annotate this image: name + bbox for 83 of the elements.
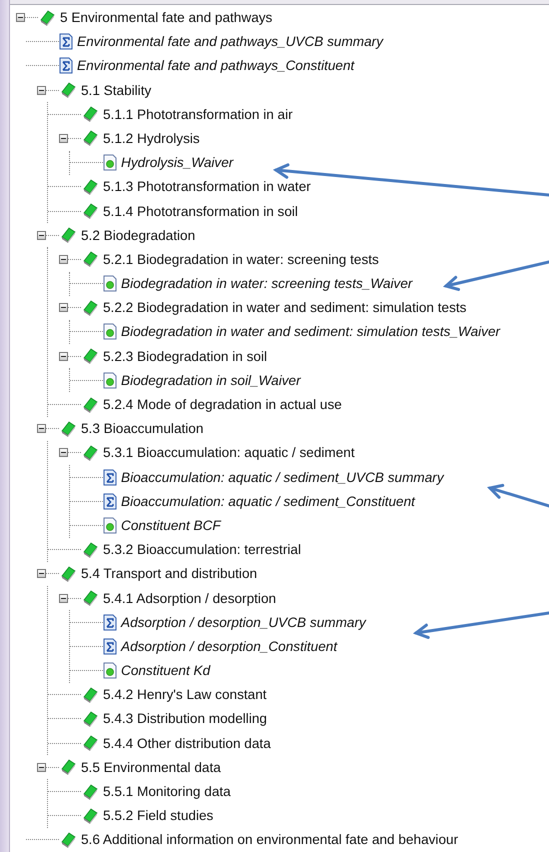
- book-icon: [81, 734, 99, 752]
- tree-item[interactable]: Environmental fate and pathways_UVCB summary: [77, 34, 383, 50]
- tree-item[interactable]: Environmental fate and pathways_Constituent: [77, 58, 354, 74]
- document-icon: [103, 662, 117, 680]
- tree-item[interactable]: 5.2.4 Mode of degradation in actual use: [103, 397, 342, 412]
- book-icon: [81, 540, 99, 559]
- book-icon: [81, 782, 99, 801]
- collapse-toggle[interactable]: [37, 569, 46, 578]
- tree-item[interactable]: 5.4.2 Henry's Law constant: [103, 687, 267, 702]
- book-icon: [59, 758, 77, 776]
- book-icon: [59, 564, 77, 583]
- tree-item[interactable]: 5.2.1 Biodegradation in water: screening tests: [103, 252, 379, 267]
- tree-item[interactable]: 5.5 Environmental data: [81, 760, 221, 775]
- document-icon: [103, 372, 117, 389]
- book-icon: [81, 178, 99, 196]
- tree-item[interactable]: Bioaccumulation: aquatic / sediment_UVCB summary: [121, 470, 444, 485]
- tree-item[interactable]: 5.4.1 Adsorption / desorption: [103, 590, 276, 606]
- tree-item[interactable]: 5.4 Transport and distribution: [81, 566, 258, 582]
- sigma-document-icon: [103, 614, 117, 631]
- tree-item[interactable]: 5.5.2 Field studies: [103, 808, 214, 824]
- book-icon: [81, 202, 99, 220]
- sigma-document-icon: [59, 57, 73, 74]
- document-icon: [103, 275, 117, 292]
- tree-item[interactable]: 5.4.4 Other distribution data: [103, 736, 271, 751]
- tree-item[interactable]: Adsorption / desorption_UVCB summary: [121, 614, 366, 630]
- tree-item[interactable]: Biodegradation in soil_Waiver: [121, 372, 301, 388]
- tree-item[interactable]: Biodegradation in water and sediment: simulation tests_Waiver: [121, 324, 500, 340]
- annotation-arrow: [487, 484, 549, 508]
- collapse-toggle[interactable]: [59, 303, 68, 312]
- tree-item[interactable]: 5.6 Additional information on environmental fate and behaviour: [81, 832, 458, 848]
- book-icon: [81, 347, 99, 366]
- tree-item[interactable]: 5.1.1 Phototransformation in air: [103, 106, 293, 122]
- tree-item[interactable]: 5.3 Bioaccumulation: [81, 421, 204, 436]
- book-icon: [81, 396, 99, 414]
- book-icon: [81, 686, 99, 704]
- sigma-document-icon: [103, 468, 117, 486]
- tree-item[interactable]: 5.4.3 Distribution modelling: [103, 711, 267, 726]
- tree-item[interactable]: Constituent BCF: [121, 518, 221, 533]
- sigma-document-icon: [59, 33, 73, 50]
- tree-item[interactable]: 5 Environmental fate and pathways: [60, 10, 272, 26]
- tree-item[interactable]: 5.3.2 Bioaccumulation: terrestrial: [103, 542, 301, 558]
- document-icon: [103, 323, 117, 340]
- tree-item[interactable]: 5.1.2 Hydrolysis: [103, 130, 200, 146]
- collapse-toggle[interactable]: [59, 134, 68, 143]
- book-icon: [38, 8, 56, 27]
- tree-item[interactable]: 5.5.1 Monitoring data: [103, 784, 231, 800]
- book-icon: [81, 806, 99, 825]
- book-icon: [59, 226, 77, 244]
- tree-item[interactable]: 5.1 Stability: [81, 82, 152, 98]
- tree-item[interactable]: 5.3.1 Bioaccumulation: aquatic / sediment: [103, 445, 355, 460]
- collapse-toggle[interactable]: [16, 13, 25, 22]
- book-icon: [81, 710, 99, 728]
- book-icon: [81, 589, 99, 608]
- collapse-toggle[interactable]: [59, 352, 68, 361]
- book-icon: [81, 250, 99, 268]
- collapse-toggle[interactable]: [59, 254, 68, 264]
- tree-item[interactable]: Biodegradation in water: screening tests_Waiver: [121, 276, 412, 292]
- document-icon: [103, 154, 117, 172]
- tree-item[interactable]: 5.1.4 Phototransformation in soil: [103, 204, 298, 219]
- tree-item[interactable]: 5.2.2 Biodegradation in water and sediment: simulation tests: [103, 300, 466, 316]
- tree-item[interactable]: Bioaccumulation: aquatic / sediment_Constituent: [121, 494, 415, 509]
- book-icon: [81, 444, 99, 462]
- collapse-toggle[interactable]: [37, 762, 46, 772]
- tree-item[interactable]: 5.1.3 Phototransformation in water: [103, 179, 311, 194]
- tree-item[interactable]: Constituent Kd: [121, 663, 210, 678]
- document-icon: [103, 516, 117, 534]
- tree-item[interactable]: 5.2.3 Biodegradation in soil: [103, 348, 267, 364]
- collapse-toggle[interactable]: [37, 424, 46, 434]
- book-icon: [59, 830, 77, 849]
- collapse-toggle[interactable]: [37, 86, 46, 95]
- collapse-toggle[interactable]: [59, 448, 68, 458]
- book-icon: [59, 420, 77, 438]
- book-icon: [81, 105, 99, 124]
- collapse-toggle[interactable]: [37, 230, 46, 240]
- sigma-document-icon: [103, 492, 117, 510]
- tree-item[interactable]: Adsorption / desorption_Constituent: [121, 638, 338, 654]
- tree-item[interactable]: Hydrolysis_Waiver: [121, 155, 234, 170]
- collapse-toggle[interactable]: [59, 594, 68, 603]
- book-icon: [81, 298, 99, 317]
- tree-item[interactable]: 5.2 Biodegradation: [81, 228, 196, 243]
- book-icon: [81, 129, 99, 148]
- book-icon: [59, 81, 77, 100]
- sigma-document-icon: [103, 638, 117, 655]
